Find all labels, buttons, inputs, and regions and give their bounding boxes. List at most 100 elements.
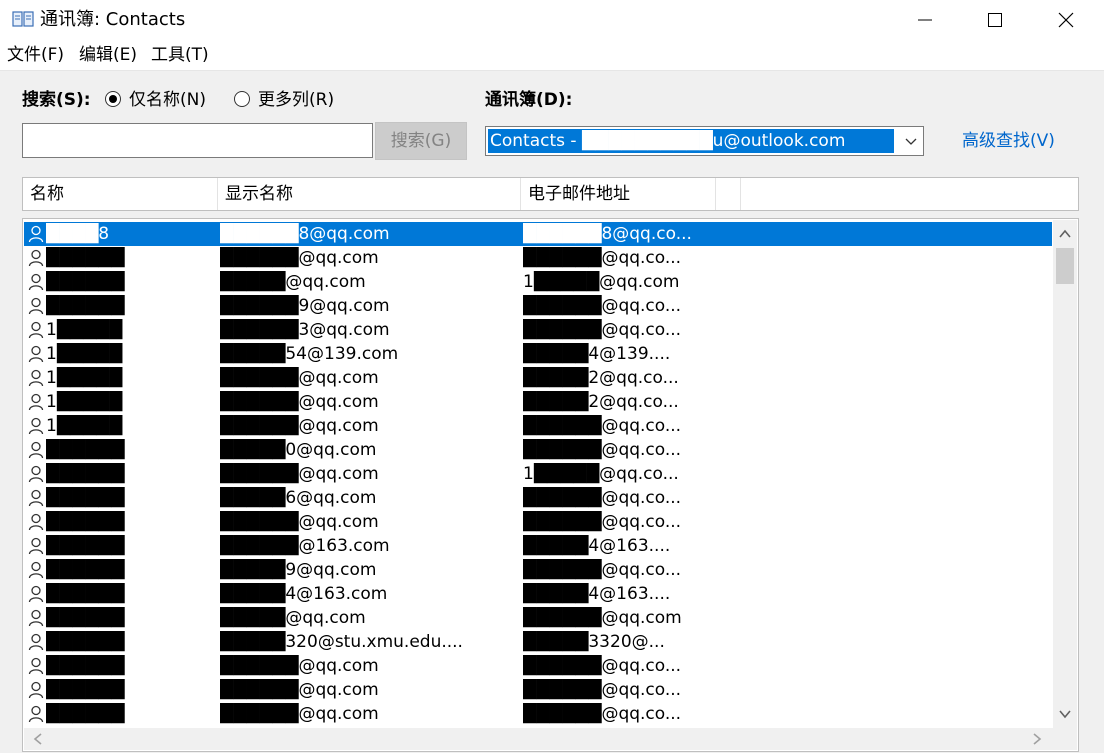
address-book-dropdown[interactable]: Contacts - ██████████u@outlook.com	[485, 126, 924, 156]
contact-name: 1█████	[46, 416, 123, 436]
contact-email: ██████@qq.co...	[523, 320, 682, 340]
contact-row[interactable]: ██████ ██████@qq.com ██████@qq.co...	[24, 510, 1052, 534]
contact-name: ██████	[46, 440, 125, 460]
radio-selected-icon	[105, 91, 121, 107]
column-header-email[interactable]: 电子邮件地址	[521, 178, 716, 210]
contact-name: ██████	[46, 680, 125, 700]
contact-name: ██████	[46, 704, 125, 724]
contact-name: 1█████	[46, 344, 123, 364]
contact-person-icon	[28, 393, 44, 411]
contact-row[interactable]: ██████ ██████@qq.com 1█████@qq.co...	[24, 462, 1052, 486]
close-button[interactable]	[1043, 0, 1089, 40]
contact-name: ████8	[46, 224, 110, 244]
contact-row[interactable]: ██████ █████4@163.com █████4@163....	[24, 582, 1052, 606]
contact-email: ██████@qq.co...	[523, 656, 682, 676]
contact-email: █████4@139....	[523, 344, 671, 364]
contact-email: ██████@qq.co...	[523, 512, 682, 532]
close-icon	[1058, 12, 1074, 28]
horizontal-scrollbar[interactable]	[24, 728, 1053, 750]
contact-row[interactable]: 1█████ ██████@qq.com ██████@qq.co...	[24, 414, 1052, 438]
scroll-left-icon[interactable]	[30, 731, 46, 747]
advanced-find-link[interactable]: 高级查找(V)	[962, 130, 1055, 152]
contact-name: ██████	[46, 560, 125, 580]
contact-email: ██████8@qq.co...	[523, 224, 692, 244]
contact-row[interactable]: ██████ ██████@qq.com ██████@qq.co...	[24, 702, 1052, 726]
contact-person-icon	[28, 537, 44, 555]
contact-name: 1█████	[46, 392, 123, 412]
contact-rows: ████8 ██████8@qq.com ██████8@qq.co... █████…	[24, 220, 1052, 728]
contact-display-name: █████@qq.com	[220, 272, 366, 292]
contact-display-name: ██████8@qq.com	[220, 224, 390, 244]
contact-display-name: █████@qq.com	[220, 608, 366, 628]
contact-person-icon	[28, 417, 44, 435]
menu-edit[interactable]: 编辑(E)	[79, 44, 137, 66]
vertical-scroll-thumb[interactable]	[1056, 248, 1074, 284]
menu-bar: 文件(F) 编辑(E) 工具(T)	[0, 40, 1104, 71]
contact-person-icon	[28, 489, 44, 507]
contact-row[interactable]: ██████ ██████@qq.com ██████@qq.co...	[24, 678, 1052, 702]
contact-person-icon	[28, 681, 44, 699]
contact-display-name: █████54@139.com	[220, 344, 399, 364]
column-header-name[interactable]: 名称	[23, 178, 218, 210]
contact-row[interactable]: ████8 ██████8@qq.com ██████8@qq.co...	[24, 222, 1052, 246]
scroll-right-icon[interactable]	[1029, 731, 1045, 747]
contact-row[interactable]: 1█████ ██████@qq.com █████2@qq.co...	[24, 366, 1052, 390]
vertical-scrollbar[interactable]	[1053, 220, 1077, 728]
contact-email: ██████@qq.com	[523, 608, 682, 628]
contact-name: ██████	[46, 248, 125, 268]
contact-display-name: ██████@qq.com	[220, 248, 379, 268]
contact-row[interactable]: ██████ ██████@qq.com ██████@qq.co...	[24, 246, 1052, 270]
contact-row[interactable]: ██████ ██████9@qq.com ██████@qq.co...	[24, 294, 1052, 318]
contact-row[interactable]: 1█████ █████54@139.com █████4@139....	[24, 342, 1052, 366]
contact-email: █████2@qq.co...	[523, 392, 679, 412]
address-book-icon	[12, 11, 34, 27]
contact-row[interactable]: ██████ █████0@qq.com ██████@qq.co...	[24, 438, 1052, 462]
scroll-down-icon[interactable]	[1057, 706, 1073, 722]
contact-row[interactable]: ██████ █████@qq.com ██████@qq.com	[24, 606, 1052, 630]
contact-display-name: █████320@stu.xmu.edu....	[220, 632, 463, 652]
search-input[interactable]	[22, 123, 373, 158]
contact-person-icon	[28, 705, 44, 723]
scroll-up-icon[interactable]	[1057, 226, 1073, 242]
contact-display-name: █████0@qq.com	[220, 440, 377, 460]
contact-person-icon	[28, 273, 44, 291]
contact-display-name: █████4@163.com	[220, 584, 388, 604]
address-book-label: 通讯簿(D):	[485, 90, 573, 110]
contact-name: ██████	[46, 296, 125, 316]
contact-name: ██████	[46, 608, 125, 628]
contact-display-name: ██████@qq.com	[220, 392, 379, 412]
contact-row[interactable]: 1█████ ██████3@qq.com ██████@qq.co...	[24, 318, 1052, 342]
contact-row[interactable]: ██████ █████6@qq.com ██████@qq.co...	[24, 486, 1052, 510]
contact-list[interactable]: ████8 ██████8@qq.com ██████8@qq.co... █████…	[22, 218, 1079, 752]
radio-name-only-label: 仅名称(N)	[129, 90, 206, 110]
contact-person-icon	[28, 345, 44, 363]
menu-file[interactable]: 文件(F)	[7, 44, 64, 66]
contact-row[interactable]: ██████ █████320@stu.xmu.edu.... █████3320@…	[24, 630, 1052, 654]
contact-name: ██████	[46, 536, 125, 556]
contact-row[interactable]: 1█████ ██████@qq.com █████2@qq.co...	[24, 390, 1052, 414]
contact-email: █████4@163....	[523, 536, 671, 556]
title-bar: 通讯簿: Contacts	[0, 0, 1104, 40]
contact-display-name: █████9@qq.com	[220, 560, 377, 580]
contact-name: ██████	[46, 584, 125, 604]
maximize-button[interactable]	[972, 0, 1018, 40]
contact-email: ██████@qq.co...	[523, 680, 682, 700]
menu-tools[interactable]: 工具(T)	[151, 44, 209, 66]
chevron-down-icon	[905, 138, 917, 145]
contact-row[interactable]: ██████ █████9@qq.com ██████@qq.co...	[24, 558, 1052, 582]
contact-name: ██████	[46, 272, 125, 292]
contact-email: ██████@qq.co...	[523, 488, 682, 508]
contact-display-name: ██████@qq.com	[220, 368, 379, 388]
contact-email: 1█████@qq.com	[523, 272, 680, 292]
contact-row[interactable]: ██████ █████@qq.com 1█████@qq.com	[24, 270, 1052, 294]
contact-display-name: ██████@qq.com	[220, 680, 379, 700]
minimize-button[interactable]	[902, 0, 948, 40]
contact-row[interactable]: ██████ ██████@163.com █████4@163....	[24, 534, 1052, 558]
window-title: 通讯簿: Contacts	[40, 9, 186, 30]
contact-name: ██████	[46, 632, 125, 652]
search-button[interactable]: 搜索(G)	[375, 122, 467, 160]
contact-row[interactable]: ██████ ██████@qq.com ██████@qq.co...	[24, 654, 1052, 678]
contact-display-name: ██████@163.com	[220, 536, 390, 556]
column-header-display-name[interactable]: 显示名称	[218, 178, 521, 210]
contact-display-name: ██████9@qq.com	[220, 296, 390, 316]
